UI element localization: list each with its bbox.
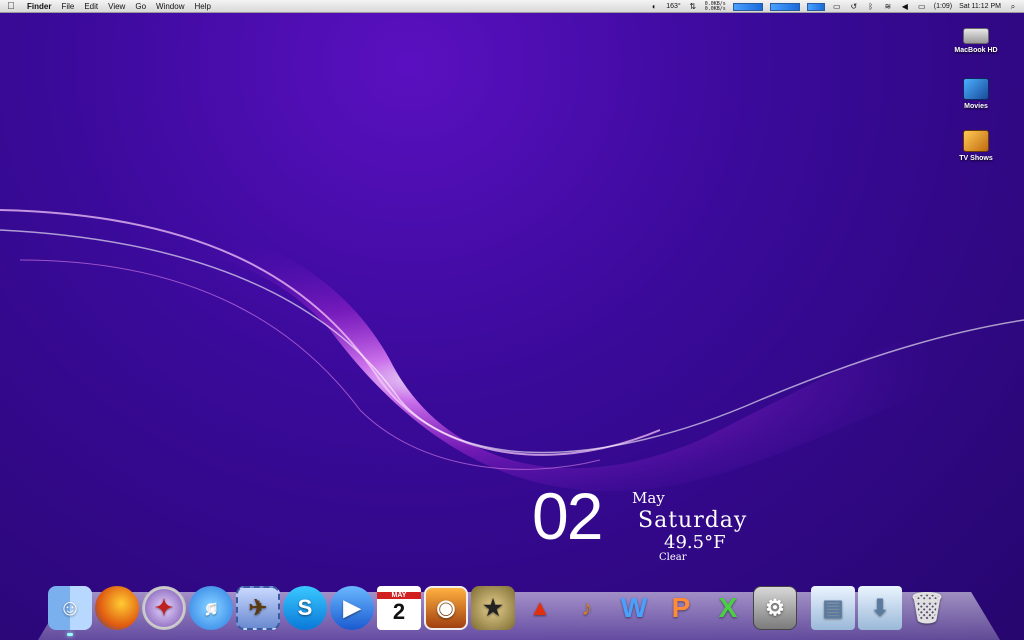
net-down-speed: 0.0KB/s [704, 5, 726, 12]
dock-excel[interactable]: X [706, 586, 750, 630]
dock-powerpoint[interactable]: P [659, 586, 703, 630]
apple-menu-icon[interactable]:  [0, 1, 22, 12]
dock-word[interactable]: W [612, 586, 656, 630]
word-icon: W [620, 592, 648, 623]
dock-itunes[interactable]: ♫ [189, 586, 233, 630]
desktop-icon-label: MacBook HD [954, 47, 998, 54]
trash-icon: 🗑 [907, 591, 947, 625]
menubar-clock[interactable]: Sat 11:12 PM [959, 3, 1001, 10]
excel-icon: X [718, 592, 738, 623]
network-monitor-icon: ⇅ [689, 2, 697, 11]
widget-month: May [632, 489, 665, 507]
calendar-month-label: MAY [377, 591, 421, 599]
eagle-stamp-icon: ✈ [248, 595, 268, 620]
desktop-icon-tv-shows[interactable]: TV Shows [946, 130, 1006, 162]
guitar-icon: ♪ [581, 595, 593, 620]
widget-weekday: Saturday [638, 508, 748, 533]
running-indicator [67, 633, 73, 636]
documents-folder-icon: ▤ [822, 595, 844, 620]
music-note-icon: ♫ [202, 595, 220, 620]
menu-bar:  Finder File Edit View Go Window Help ◐… [0, 0, 1024, 13]
dock-skype[interactable]: S [283, 586, 327, 630]
dock-imovie[interactable]: ★ [471, 586, 515, 630]
memory-meter[interactable] [769, 2, 800, 11]
desktop-icon-movies[interactable]: Movies [946, 78, 1006, 110]
bluetooth-icon[interactable]: ᛒ [866, 2, 876, 11]
display-icon[interactable]: ▭ [832, 2, 842, 11]
dock-transmission[interactable]: ▲ [518, 586, 562, 630]
battery-time[interactable]: (1:09) [934, 3, 952, 10]
compass-icon: ✦ [154, 595, 174, 620]
dock-downloads-stack[interactable]: ⬇ [858, 586, 902, 630]
desktop-icon-label: TV Shows [959, 155, 993, 162]
dock-firefox[interactable] [95, 586, 139, 630]
tv-shows-folder-icon [963, 130, 989, 152]
menu-window[interactable]: Window [151, 2, 189, 11]
camera-icon: ◉ [436, 595, 456, 620]
dock: ☺ ✦ ♫ ✈ S ▶ MAY 2 ◉ ★ ▲ ♪ W P X ⚙ ▤ ⬇ 🗑 [48, 578, 949, 636]
dock-system-preferences[interactable]: ⚙ [753, 586, 797, 630]
desktop-wallpaper [0, 195, 1024, 492]
menu-go[interactable]: Go [130, 2, 151, 11]
dock-finder[interactable]: ☺ [48, 586, 92, 636]
desktop-icon-label: Movies [964, 103, 988, 110]
dock-documents-stack[interactable]: ▤ [811, 586, 855, 630]
calendar-day-label: 2 [392, 598, 406, 624]
menu-file[interactable]: File [56, 2, 79, 11]
menu-extras: ◐ 163° ⇅ 0.0KB/s 0.0KB/s ▭ ↺ ᛒ ≋ ◀ ▭ (1:… [649, 0, 1024, 13]
widget-day-number: 02 [532, 479, 603, 553]
dock-ical[interactable]: MAY 2 [377, 586, 421, 630]
dock-iphoto[interactable]: ◉ [424, 586, 468, 630]
movies-folder-icon [963, 78, 989, 100]
star-icon: ★ [483, 595, 503, 620]
skype-icon: S [297, 595, 313, 620]
dock-trash[interactable]: 🗑 [905, 586, 949, 630]
temperature-gauge-icon[interactable]: ◐ [649, 2, 659, 11]
finder-icon: ☺ [58, 595, 82, 620]
widget-condition: Clear [659, 552, 687, 563]
hard-drive-icon [963, 28, 989, 44]
menu-view[interactable]: View [103, 2, 130, 11]
temperature-readout[interactable]: 163° [666, 3, 680, 10]
wifi-icon[interactable]: ≋ [883, 2, 893, 11]
plunger-icon: ▲ [529, 595, 551, 620]
disk-meter[interactable] [806, 2, 825, 11]
desktop-icon-macbook-hd[interactable]: MacBook HD [946, 24, 1006, 54]
time-machine-icon[interactable]: ↺ [849, 2, 859, 11]
download-arrow-icon: ⬇ [870, 595, 890, 620]
dock-ichat[interactable]: ▶ [330, 586, 374, 630]
dock-safari[interactable]: ✦ [142, 586, 186, 630]
menu-edit[interactable]: Edit [79, 2, 103, 11]
volume-icon[interactable]: ◀ [900, 2, 910, 11]
gear-icon: ⚙ [765, 595, 785, 620]
powerpoint-icon: P [671, 592, 691, 623]
menu-app-finder[interactable]: Finder [22, 2, 56, 11]
widget-temperature: 49.5°F [664, 532, 726, 553]
dock-garageband[interactable]: ♪ [565, 586, 609, 630]
network-speed[interactable]: 0.0KB/s 0.0KB/s [704, 1, 726, 12]
dock-mail[interactable]: ✈ [236, 586, 280, 630]
battery-icon[interactable]: ▭ [917, 2, 927, 11]
spotlight-search-icon[interactable]: ⌕ [1008, 2, 1018, 11]
cpu-meter[interactable] [732, 2, 763, 11]
video-chat-icon: ▶ [343, 595, 361, 620]
menu-help[interactable]: Help [189, 2, 215, 11]
